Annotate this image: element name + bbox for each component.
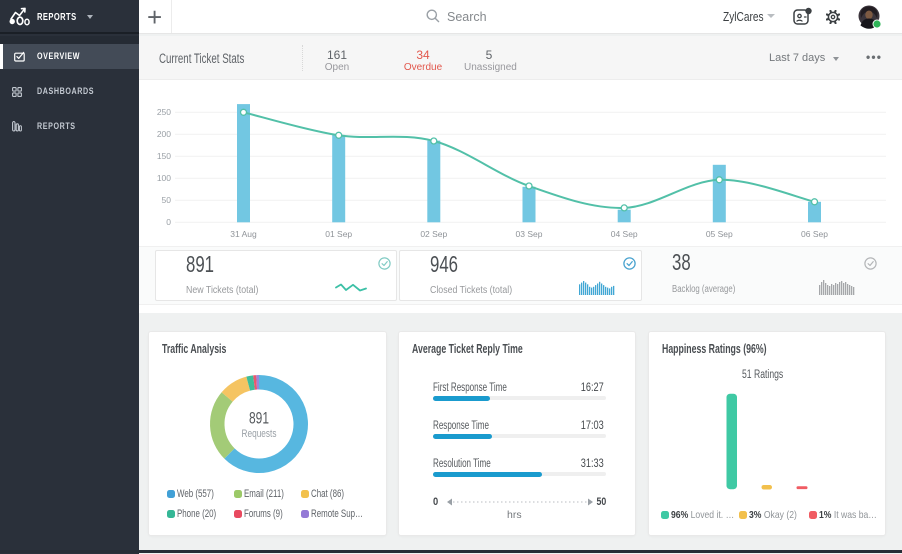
svg-text:150: 150	[157, 151, 171, 161]
svg-text:04 Sep: 04 Sep	[611, 229, 638, 239]
svg-text:250: 250	[157, 107, 171, 117]
svg-text:0: 0	[166, 217, 171, 227]
svg-text:891: 891	[249, 410, 269, 428]
svg-text:100: 100	[157, 173, 171, 183]
svg-text:02 Sep: 02 Sep	[420, 229, 447, 239]
svg-text:Requests: Requests	[242, 428, 277, 440]
svg-text:200: 200	[157, 129, 171, 139]
svg-text:50: 50	[162, 195, 172, 205]
svg-text:31 Aug: 31 Aug	[230, 229, 257, 239]
svg-text:05 Sep: 05 Sep	[706, 229, 733, 239]
svg-text:03 Sep: 03 Sep	[516, 229, 543, 239]
svg-text:01 Sep: 01 Sep	[325, 229, 352, 239]
svg-text:06 Sep: 06 Sep	[801, 229, 828, 239]
